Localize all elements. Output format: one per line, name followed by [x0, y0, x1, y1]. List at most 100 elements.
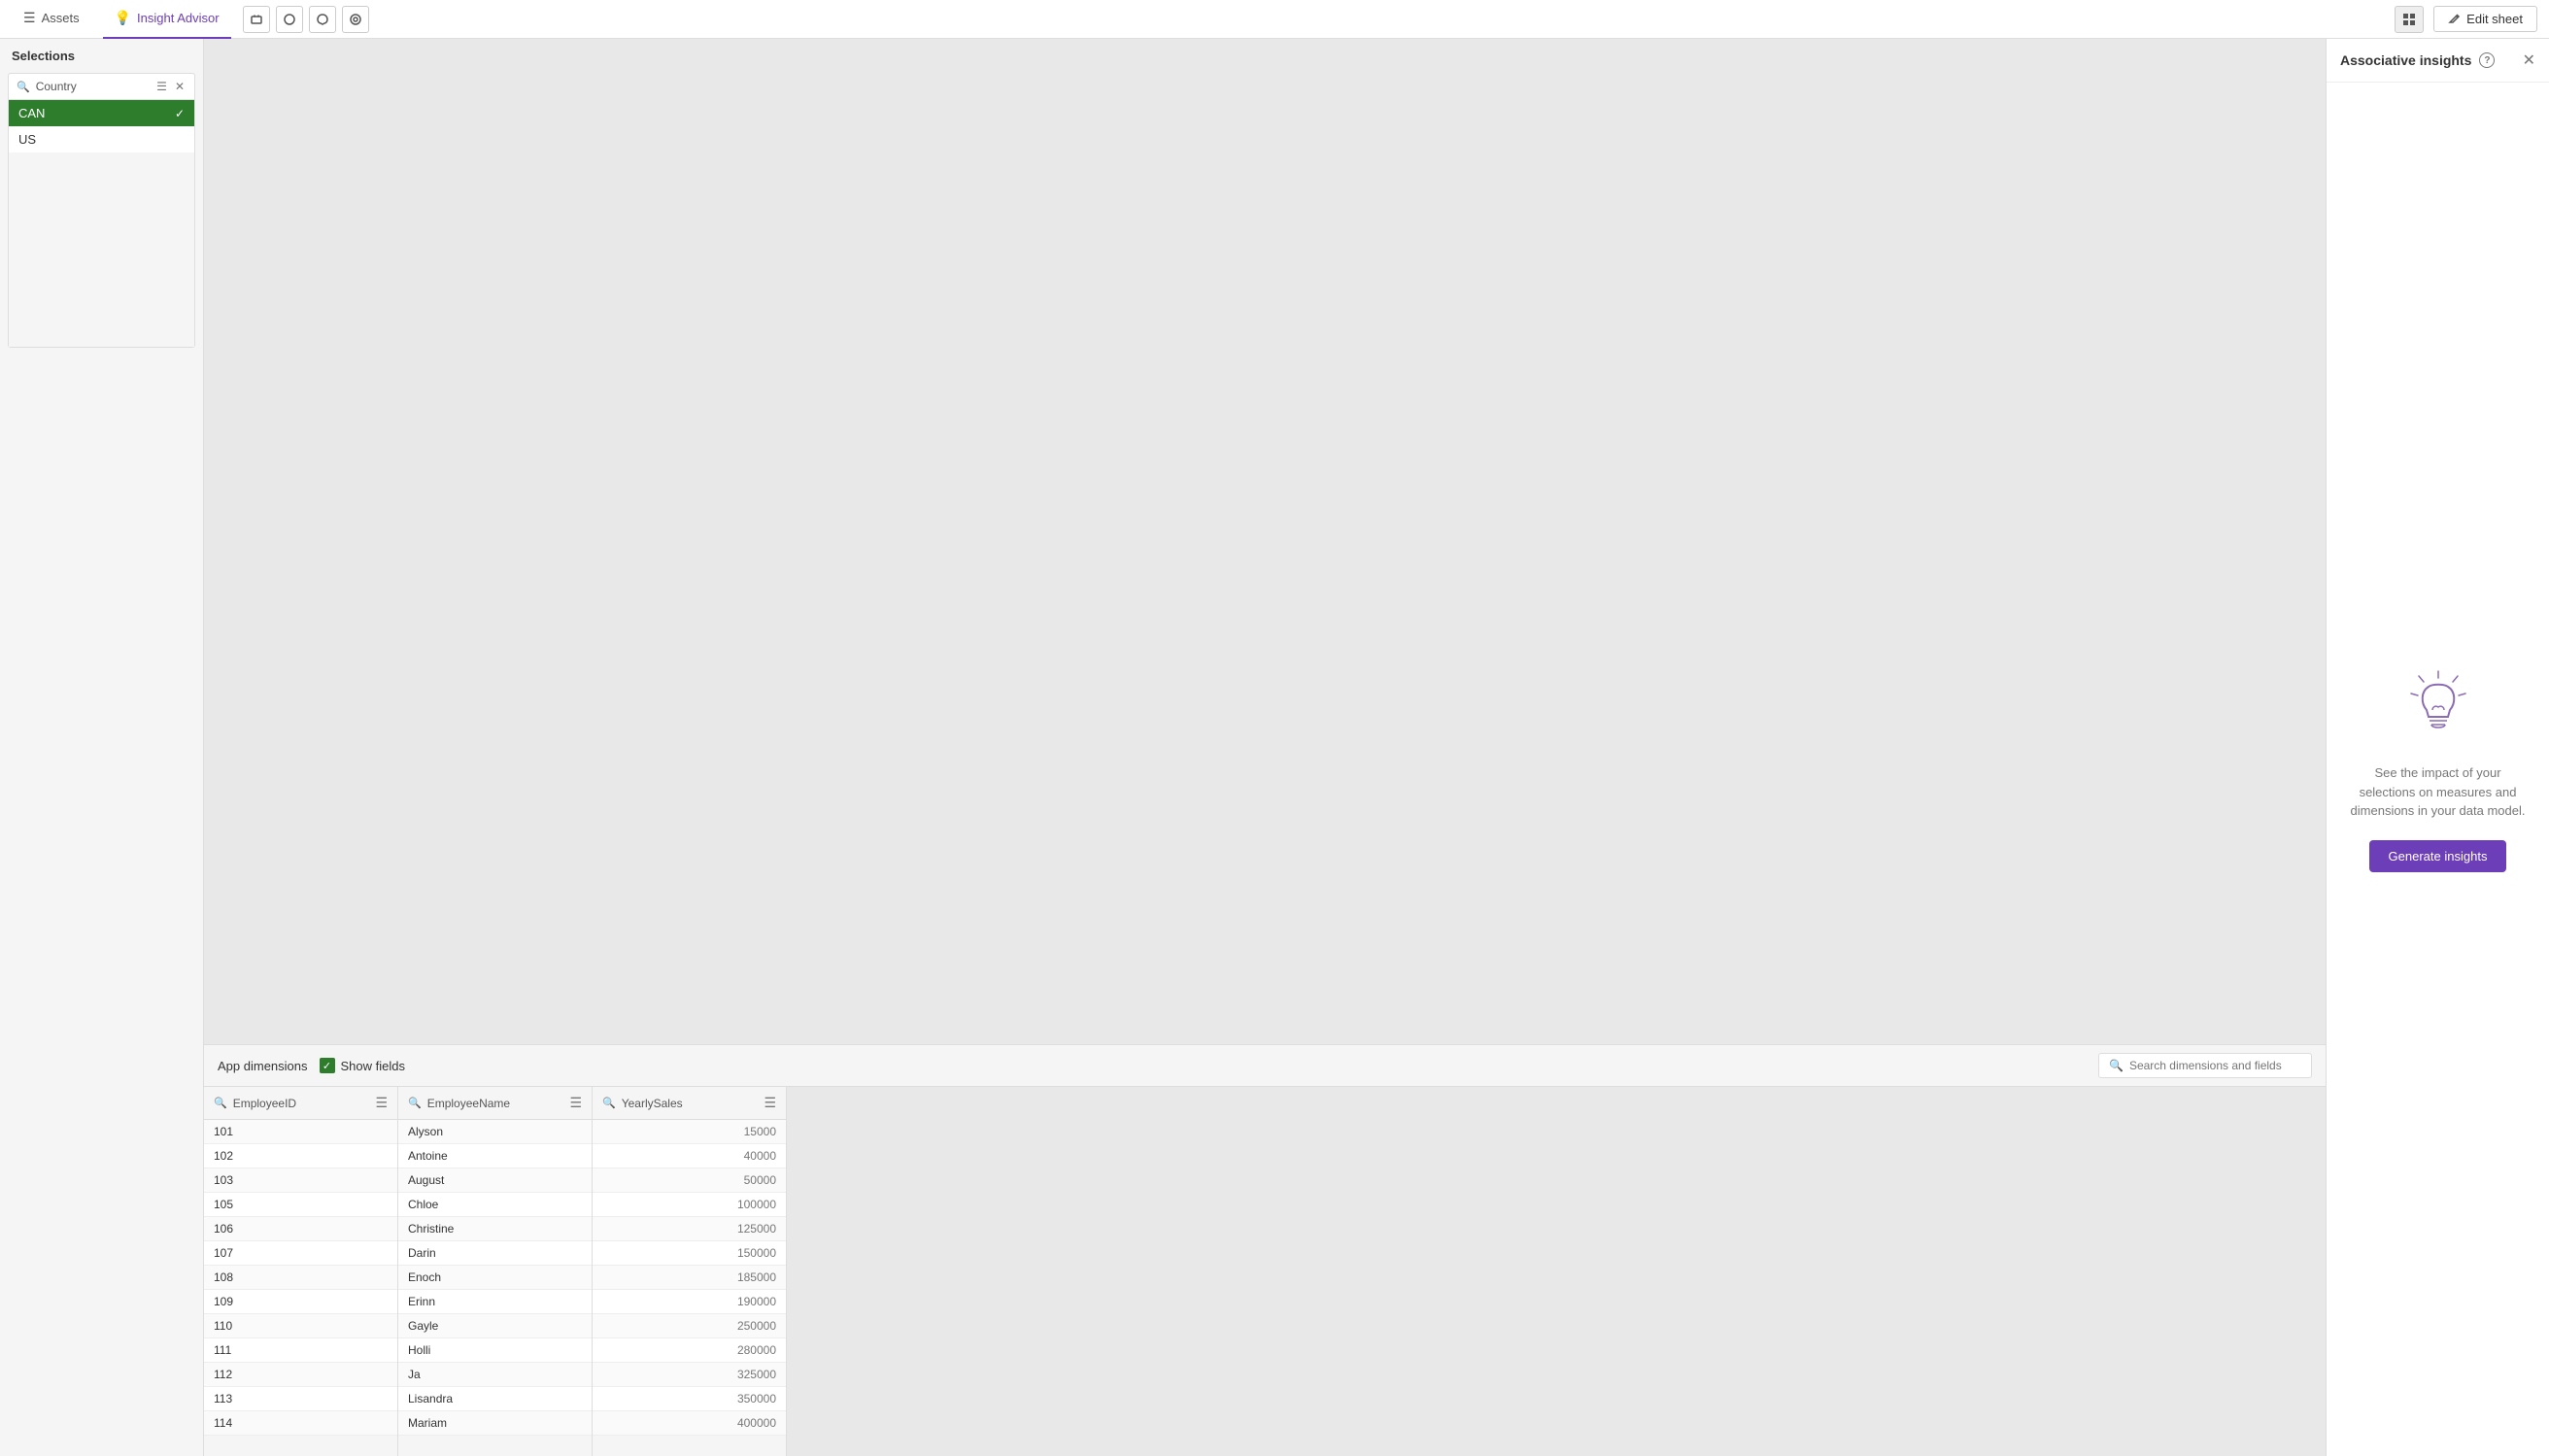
employee-name-value: Enoch — [408, 1270, 441, 1284]
list-item[interactable]: 105 — [204, 1193, 397, 1217]
list-item[interactable]: 107 — [204, 1241, 397, 1266]
yearly-sales-list: 15000 40000 50000 100000 125000 150000 1… — [593, 1120, 786, 1456]
list-item[interactable]: 114 — [204, 1411, 397, 1436]
filter-item-can-label: CAN — [18, 106, 45, 120]
yearly-sales-value: 150000 — [737, 1246, 776, 1260]
list-item[interactable]: 15000 — [593, 1120, 786, 1144]
select-lasso-icon[interactable] — [309, 6, 336, 33]
close-icon[interactable]: ✕ — [2523, 51, 2535, 70]
list-item[interactable]: 280000 — [593, 1338, 786, 1363]
employee-id-value: 111 — [214, 1343, 231, 1357]
help-icon[interactable]: ? — [2479, 52, 2495, 68]
search-dims-input-wrapper: 🔍 — [2098, 1053, 2312, 1078]
employee-name-value: Ja — [408, 1368, 421, 1381]
list-item[interactable]: Gayle — [398, 1314, 592, 1338]
yearly-sales-value: 325000 — [737, 1368, 776, 1381]
list-item[interactable]: 50000 — [593, 1168, 786, 1193]
search-dims-field[interactable] — [2129, 1059, 2301, 1072]
list-item[interactable]: Erinn — [398, 1290, 592, 1314]
list-item[interactable]: 40000 — [593, 1144, 786, 1168]
list-item[interactable]: 400000 — [593, 1411, 786, 1436]
list-item[interactable]: 250000 — [593, 1314, 786, 1338]
list-item[interactable]: Lisandra — [398, 1387, 592, 1411]
filter-item-us[interactable]: US — [9, 126, 194, 152]
gray-canvas-area — [204, 39, 2326, 1044]
list-item[interactable]: Ja — [398, 1363, 592, 1387]
employee-name-value: Erinn — [408, 1295, 435, 1308]
list-item[interactable]: 125000 — [593, 1217, 786, 1241]
grid-view-button[interactable] — [2395, 6, 2424, 33]
yearly-sales-value: 280000 — [737, 1343, 776, 1357]
employee-id-value: 112 — [214, 1368, 232, 1381]
lightbulb-icon — [2399, 666, 2477, 744]
list-item[interactable]: 106 — [204, 1217, 397, 1241]
select-circle-icon[interactable] — [276, 6, 303, 33]
tab-insight-advisor[interactable]: 💡 Insight Advisor — [103, 0, 231, 39]
list-item[interactable]: 100000 — [593, 1193, 786, 1217]
search-icon: 🔍 — [17, 81, 30, 93]
list-item[interactable]: Christine — [398, 1217, 592, 1241]
yearly-sales-value: 190000 — [737, 1295, 776, 1308]
topbar-left: ☰ Assets 💡 Insight Advisor — [12, 0, 369, 39]
list-item[interactable]: 112 — [204, 1363, 397, 1387]
yearly-sales-value: 400000 — [737, 1416, 776, 1430]
selections-header: Selections — [0, 39, 203, 73]
search-dimensions: 🔍 — [2098, 1053, 2312, 1078]
yearly-sales-menu-icon[interactable]: ☰ — [764, 1095, 776, 1111]
right-panel-header: Associative insights ? ✕ — [2327, 39, 2549, 83]
list-item[interactable]: Holli — [398, 1338, 592, 1363]
list-item[interactable]: Darin — [398, 1241, 592, 1266]
filter-item-can[interactable]: CAN ✓ — [9, 100, 194, 126]
filter-close-icon[interactable]: ✕ — [173, 80, 187, 93]
list-item[interactable]: 350000 — [593, 1387, 786, 1411]
list-item[interactable]: Mariam — [398, 1411, 592, 1436]
select-target-icon[interactable] — [342, 6, 369, 33]
list-item[interactable]: 111 — [204, 1338, 397, 1363]
employee-id-value: 106 — [214, 1222, 233, 1236]
employee-name-title-wrap: 🔍 EmployeeName — [408, 1097, 510, 1110]
list-item[interactable]: August — [398, 1168, 592, 1193]
list-item[interactable]: 190000 — [593, 1290, 786, 1314]
edit-sheet-button[interactable]: Edit sheet — [2433, 6, 2537, 32]
employee-id-value: 109 — [214, 1295, 233, 1308]
list-item[interactable]: Chloe — [398, 1193, 592, 1217]
employee-name-value: Chloe — [408, 1198, 438, 1211]
employee-id-column: 🔍 EmployeeID ☰ 101 102 103 105 106 107 1… — [204, 1087, 398, 1456]
left-panel: Selections 🔍 Country ☰ ✕ CAN ✓ US — [0, 39, 204, 1456]
list-item[interactable]: 325000 — [593, 1363, 786, 1387]
list-item[interactable]: Antoine — [398, 1144, 592, 1168]
tab-assets[interactable]: ☰ Assets — [12, 0, 91, 39]
list-item[interactable]: 110 — [204, 1314, 397, 1338]
yearly-sales-title: YearlySales — [622, 1097, 683, 1110]
show-fields-toggle[interactable]: ✓ Show fields — [320, 1058, 405, 1073]
list-item[interactable]: 185000 — [593, 1266, 786, 1290]
employee-id-value: 107 — [214, 1246, 233, 1260]
filter-list-icon[interactable]: ☰ — [154, 80, 169, 93]
list-item[interactable]: Alyson — [398, 1120, 592, 1144]
list-item[interactable]: 101 — [204, 1120, 397, 1144]
employee-name-value: Holli — [408, 1343, 430, 1357]
filter-box-header: 🔍 Country ☰ ✕ — [9, 74, 194, 100]
employee-name-search-icon: 🔍 — [408, 1097, 422, 1109]
yearly-sales-value: 100000 — [737, 1198, 776, 1211]
employee-id-value: 108 — [214, 1270, 233, 1284]
insights-description: See the impact of your selections on mea… — [2346, 763, 2530, 821]
employee-name-menu-icon[interactable]: ☰ — [569, 1095, 582, 1111]
list-item[interactable]: 113 — [204, 1387, 397, 1411]
employee-name-value: August — [408, 1173, 444, 1187]
generate-insights-button[interactable]: Generate insights — [2369, 840, 2507, 872]
yearly-sales-value: 40000 — [744, 1149, 776, 1163]
check-icon: ✓ — [175, 107, 185, 120]
filter-item-empty — [9, 152, 194, 347]
list-item[interactable]: 109 — [204, 1290, 397, 1314]
list-item[interactable]: 108 — [204, 1266, 397, 1290]
list-item[interactable]: Enoch — [398, 1266, 592, 1290]
filter-item-us-label: US — [18, 132, 36, 147]
list-item[interactable]: 103 — [204, 1168, 397, 1193]
select-rect-icon[interactable] — [243, 6, 270, 33]
employee-id-menu-icon[interactable]: ☰ — [375, 1095, 388, 1111]
list-item[interactable]: 102 — [204, 1144, 397, 1168]
employee-id-search-icon: 🔍 — [214, 1097, 227, 1109]
list-item[interactable]: 150000 — [593, 1241, 786, 1266]
center-area: App dimensions ✓ Show fields 🔍 🔍 Employe… — [204, 39, 2326, 1456]
